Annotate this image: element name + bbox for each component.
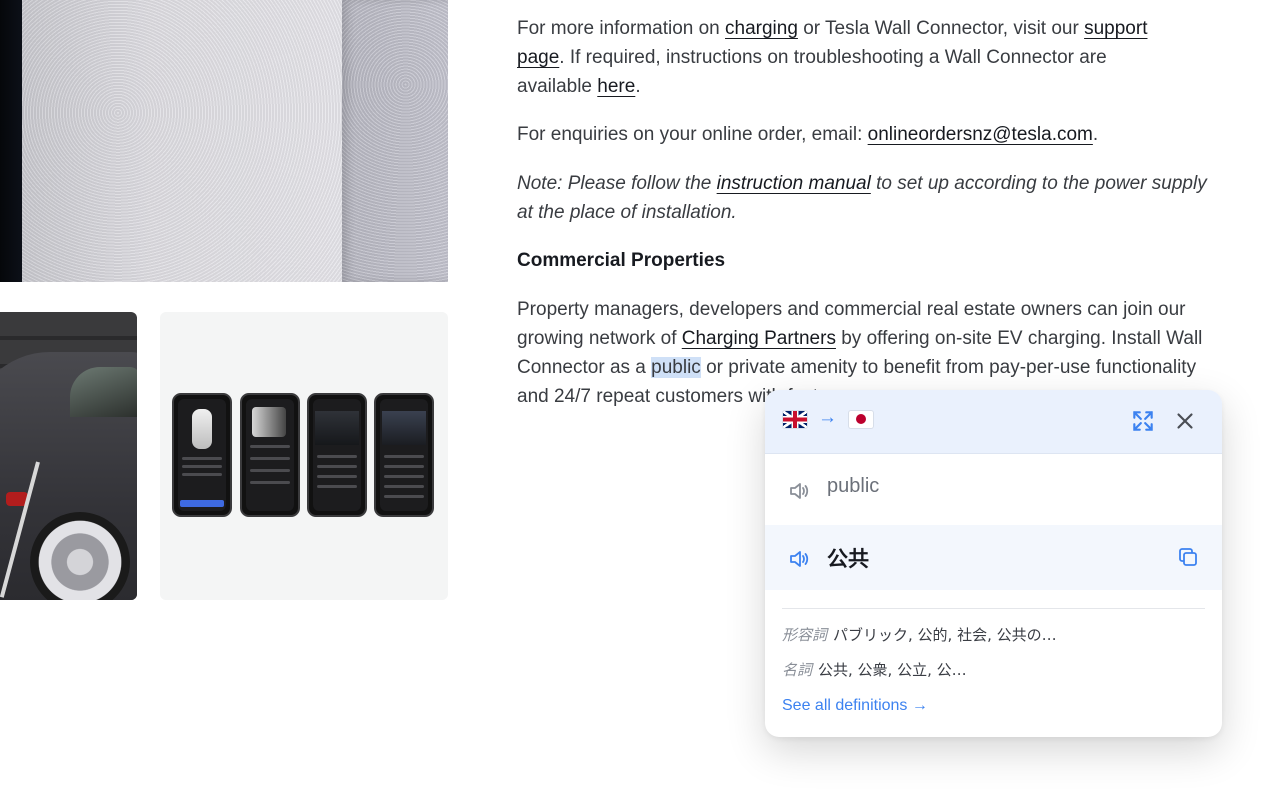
- app-screens-photo: [160, 312, 448, 600]
- translation-row: 公共: [765, 525, 1222, 590]
- wall-photo: [0, 0, 448, 282]
- source-word: public: [827, 475, 880, 497]
- divider: [782, 608, 1205, 609]
- definition-noun: 名詞 公共, 公衆, 公立, 公…: [782, 659, 967, 680]
- text: For enquiries on your online order, emai…: [517, 124, 868, 145]
- source-row: public: [765, 454, 1222, 524]
- paragraph-support: For more information on charging or Tesl…: [517, 14, 1167, 101]
- see-all-definitions-link[interactable]: See all definitions →: [782, 697, 928, 715]
- charging-partners-link[interactable]: Charging Partners: [682, 328, 836, 349]
- text: Note: Please follow the: [517, 173, 717, 194]
- here-link[interactable]: here: [597, 76, 635, 97]
- part-of-speech: 形容詞: [782, 626, 828, 644]
- car-charging-photo: [0, 312, 137, 600]
- definition-adjective: 形容詞 パブリック, 公的, 社会, 公共の…: [782, 624, 1057, 645]
- email-link[interactable]: onlineordersnz@tesla.com: [868, 124, 1093, 145]
- car-window: [70, 367, 137, 417]
- japan-flag-icon[interactable]: [849, 411, 873, 428]
- charging-link[interactable]: charging: [725, 18, 798, 39]
- definition-text: パブリック, 公的, 社会, 公共の…: [833, 626, 1057, 644]
- text: For more information on: [517, 18, 726, 39]
- phone-screen-2: [240, 393, 300, 517]
- paragraph-note: Note: Please follow the instruction manu…: [517, 169, 1207, 227]
- text: .: [1092, 124, 1099, 145]
- translated-word: 公共: [827, 547, 869, 571]
- paragraph-enquiries: For enquiries on your online order, emai…: [517, 120, 1207, 149]
- phone-screen-1: [172, 393, 232, 517]
- selected-word[interactable]: public: [651, 357, 701, 378]
- speaker-icon[interactable]: [787, 547, 811, 571]
- copy-icon[interactable]: [1176, 545, 1200, 569]
- close-icon[interactable]: [1172, 408, 1198, 434]
- wall-shadow: [0, 0, 22, 282]
- phone-screen-3: [307, 393, 367, 517]
- text: or Tesla Wall Connector, visit our: [797, 18, 1085, 39]
- wall-surface: [22, 0, 342, 282]
- instruction-manual-link[interactable]: instruction manual: [717, 173, 871, 194]
- uk-flag-icon[interactable]: [783, 411, 807, 428]
- expand-icon[interactable]: [1130, 408, 1156, 434]
- popup-header: →: [765, 390, 1222, 454]
- text: .: [635, 76, 641, 97]
- definition-text: 公共, 公衆, 公立, 公…: [818, 661, 967, 679]
- phone-screen-4: [374, 393, 434, 517]
- arrow-right-icon: →: [818, 407, 837, 428]
- speaker-icon[interactable]: [787, 479, 811, 503]
- translation-popup: → public 公共 形容詞 パブリック, 公的, 社会, 公共の… 名詞 公…: [765, 390, 1222, 737]
- section-heading: Commercial Properties: [517, 250, 726, 271]
- part-of-speech: 名詞: [782, 661, 813, 679]
- wall-edge: [342, 0, 448, 282]
